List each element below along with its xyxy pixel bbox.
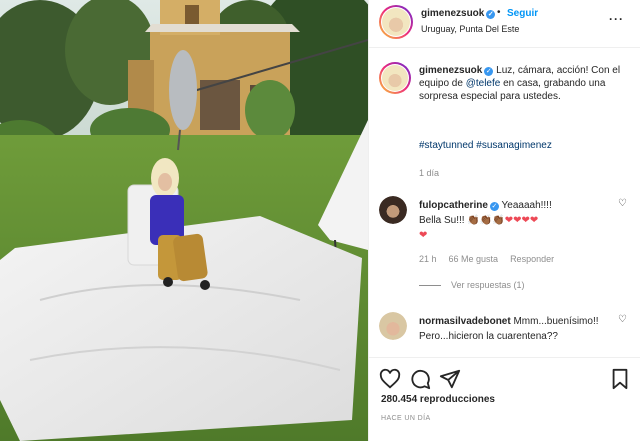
comment-like-icon[interactable]: ♡ (618, 314, 627, 325)
header-separator: • (497, 7, 501, 18)
caption-age: 1 día (419, 168, 440, 178)
comment-icon[interactable] (409, 368, 431, 390)
comment-likes[interactable]: 66 Me gusta (449, 254, 499, 264)
post-header: gimenezsuok ✓ • Seguir Uruguay, Punta Del… (369, 0, 640, 48)
caption-avatar[interactable] (379, 62, 411, 94)
commenter-avatar[interactable] (379, 196, 407, 224)
author-avatar[interactable] (379, 5, 413, 39)
post-actions: 280.454 reproducciones HACE UN DÍA (369, 357, 640, 441)
verified-icon: ✓ (484, 67, 494, 76)
post-sidebar: gimenezsuok ✓ • Seguir Uruguay, Punta Del… (368, 0, 640, 441)
caption-mention[interactable]: @telefe (466, 78, 501, 89)
share-icon[interactable] (439, 368, 461, 390)
more-icon[interactable]: ··· (609, 12, 624, 26)
comment-username[interactable]: normasilvadebonet (419, 316, 511, 327)
comment-username[interactable]: fulopcatherine (419, 200, 488, 211)
instagram-post-view: gimenezsuok ✓ • Seguir Uruguay, Punta Del… (0, 0, 640, 441)
post-video[interactable] (0, 0, 368, 441)
comment-like-icon[interactable]: ♡ (618, 198, 627, 209)
caption-username[interactable]: gimenezsuok (419, 65, 482, 76)
view-count[interactable]: 280.454 reproducciones (381, 394, 495, 405)
comment-meta: 21 h 66 Me gusta Responder (419, 254, 566, 264)
caption-text: gimenezsuok ✓ Luz, cámara, acción! Con el… (419, 64, 639, 103)
reply-button[interactable]: Responder (510, 254, 554, 264)
author-username[interactable]: gimenezsuok ✓ (421, 8, 496, 19)
comment-text: normasilvadebonet Mmm...buenísimo!! Pero… (419, 316, 599, 342)
post-location[interactable]: Uruguay, Punta Del Este (421, 24, 519, 34)
verified-icon: ✓ (486, 10, 496, 19)
caption-hashtags[interactable]: #staytunned #susanagimenez (419, 140, 552, 151)
verified-icon: ✓ (489, 202, 499, 211)
follow-button[interactable]: Seguir (507, 8, 538, 19)
comment-age: 21 h (419, 254, 437, 264)
commenter-avatar[interactable] (379, 312, 407, 340)
comment-text: fulopcatherine ✓ Yeaaaah!!!! Bella Su!!! … (419, 200, 552, 241)
post-timestamp: HACE UN DÍA (381, 415, 431, 422)
view-replies-button[interactable]: Ver respuestas (1) (419, 280, 525, 290)
video-frame-illustration (0, 0, 368, 441)
like-heart-icon[interactable] (379, 368, 401, 390)
save-bookmark-icon[interactable] (609, 368, 631, 390)
